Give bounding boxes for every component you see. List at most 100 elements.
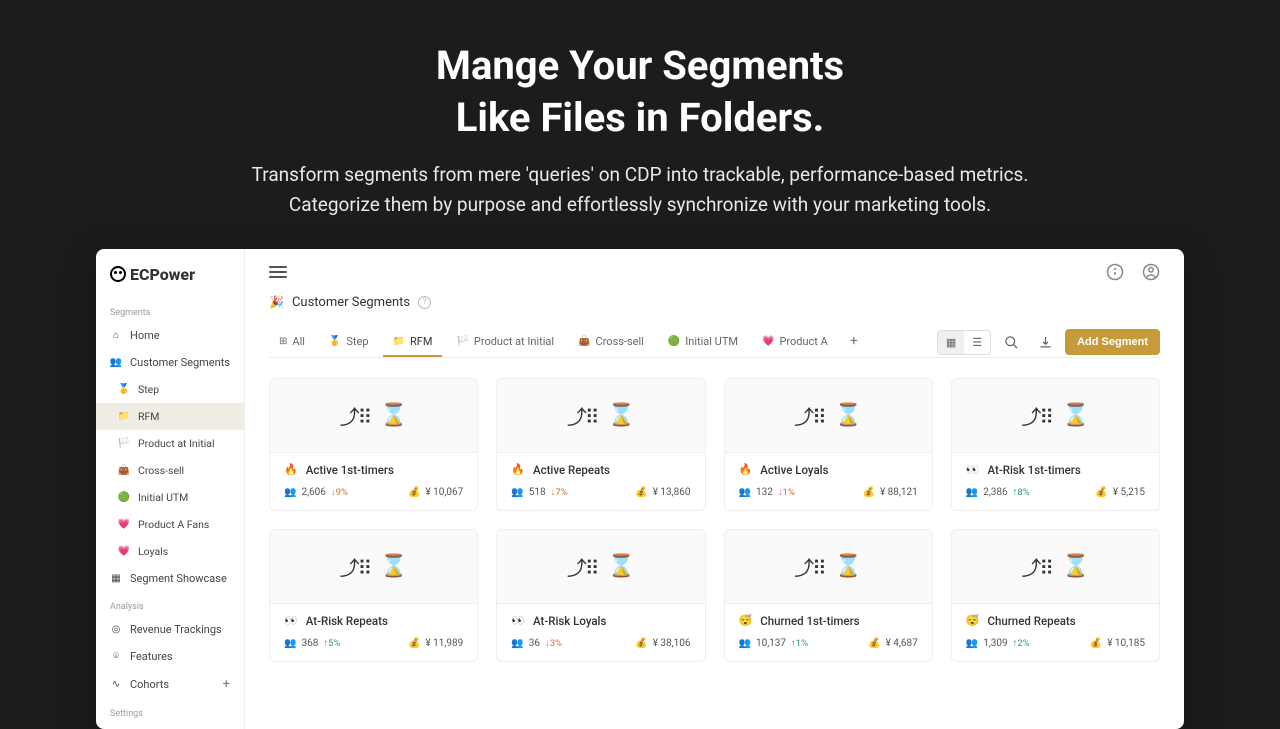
sidebar: ECPower Segments ⌂ Home 👥 Customer Segme… [96,249,245,729]
sidebar-item-revenue[interactable]: ◎ Revenue Trackings [96,616,244,643]
help-icon[interactable]: ? [418,296,431,309]
sidebar-item-step[interactable]: 🥇 Step [96,376,244,403]
delta-value: ↓9% [331,487,348,498]
card-illustration: ⤴⠿ ⌛ [952,379,1159,453]
sidebar-item-customer-segments[interactable]: 👥 Customer Segments [96,349,244,376]
showcase-icon: ▦ [110,572,122,584]
hourglass-icon: ⌛ [1062,403,1089,428]
user-avatar-icon[interactable] [1142,263,1160,281]
segment-card[interactable]: ⤴⠿⌛🔥Active Repeats👥518↓7%💰¥ 13,860 [496,378,705,511]
segment-card[interactable]: ⤴⠿⌛👀At-Risk Loyals👥36↓3%💰¥ 38,106 [496,529,705,662]
sidebar-item-label: Initial UTM [138,491,188,504]
hourglass-icon: ⌛ [835,554,862,579]
segment-card[interactable]: ⤴⠿⌛👀At-Risk Repeats👥368↑5%💰¥ 11,989 [269,529,478,662]
card-illustration: ⤴⠿⌛ [497,379,704,453]
people-icon: 👥 [739,487,751,498]
logo[interactable]: ECPower [96,261,244,298]
sidebar-item-initial-utm[interactable]: 🟢 Initial UTM [96,484,244,511]
tab-product-initial[interactable]: 🏳️Product at Initial [446,328,564,357]
revenue-value: ¥ 10,185 [1107,638,1145,649]
heart-icon: 💗 [118,545,130,557]
download-button[interactable] [1031,328,1059,356]
card-illustration: ⤴⠿ ⌛ [725,530,932,604]
app-window: ECPower Segments ⌂ Home 👥 Customer Segme… [96,249,1184,729]
sidebar-item-loyals[interactable]: 💗 Loyals [96,538,244,565]
chart-icon: ∿ [110,678,122,690]
sidebar-item-product-initial[interactable]: 🏳️ Product at Initial [96,430,244,457]
folder-icon: 📁 [118,410,130,422]
search-button[interactable] [997,328,1025,356]
sidebar-item-rfm[interactable]: 📁 RFM [96,403,244,430]
section-settings: Settings [96,699,244,723]
sidebar-item-home[interactable]: ⌂ Home [96,322,244,349]
revenue-icon: ◎ [110,623,122,635]
sidebar-item-product-a-fans[interactable]: 💗 Product A Fans [96,511,244,538]
sidebar-item-segment-showcase[interactable]: ▦ Segment Showcase [96,565,244,592]
sidebar-item-label: Cohorts [130,678,169,691]
card-stats: 👥518↓7%💰¥ 13,860 [497,479,704,510]
tab-all[interactable]: ⊞All [269,328,315,357]
member-count: 👥518↓7% [511,487,567,498]
sidebar-item-features[interactable]: ⌾ Features [96,643,244,670]
add-tab-button[interactable]: + [842,329,866,355]
toolbar: ▦ ☰ Add Segment [937,328,1160,356]
sidebar-item-label: Home [130,329,160,342]
plus-icon[interactable]: + [223,677,230,692]
hero: Mange Your Segments Like Files in Folder… [0,0,1280,221]
segment-card[interactable]: ⤴⠿⌛🔥Active Loyals👥132↓1%💰¥ 88,121 [724,378,933,511]
people-icon: 👥 [739,638,751,649]
money-icon: 💰 [862,487,874,498]
add-segment-button[interactable]: Add Segment [1065,329,1160,355]
segment-card[interactable]: ⤴⠿⌛🔥Active 1st-timers👥2,606↓9%💰¥ 10,067 [269,378,478,511]
section-analysis: Analysis [96,592,244,616]
hourglass-icon: ⌛ [1062,554,1089,579]
tab-label: All [292,335,305,348]
delta-value: ↓1% [778,487,795,498]
card-title: Churned Repeats [987,614,1075,628]
tabs: ⊞All 🥇Step 📁RFM 🏳️Product at Initial 👜Cr… [269,328,866,357]
menu-toggle-button[interactable] [269,266,287,278]
delta-value: ↑5% [323,638,340,649]
segment-card[interactable]: ⤴⠿⌛😴Churned Repeats👥1,309↑2%💰¥ 10,185 [951,529,1160,662]
money-icon: 💰 [635,638,647,649]
info-icon[interactable] [1106,263,1124,281]
dots-icon: ⤴⠿ [1021,401,1052,430]
hourglass-icon: ⌛ [835,403,862,428]
tab-cross-sell[interactable]: 👜Cross-sell [568,328,654,357]
sidebar-item-cross-sell[interactable]: 👜 Cross-sell [96,457,244,484]
people-icon: 👥 [966,487,978,498]
sidebar-item-label: Product A Fans [138,518,209,531]
folder-icon: 📁 [393,336,405,347]
dots-icon: ⤴⠿ [1021,552,1052,581]
hourglass-icon: ⌛ [608,554,635,579]
revenue-value: ¥ 11,989 [425,638,463,649]
view-toggle: ▦ ☰ [937,330,991,355]
tab-initial-utm[interactable]: 🟢Initial UTM [658,328,748,357]
people-icon: 👥 [284,638,296,649]
member-count: 👥36↓3% [511,638,562,649]
topbar [269,263,1160,281]
status-icon: 👀 [511,614,525,627]
tab-step[interactable]: 🥇Step [319,328,379,357]
tab-rfm[interactable]: 📁RFM [383,328,443,357]
dots-icon: ⤴⠿ [340,552,371,581]
segment-card[interactable]: ⤴⠿⌛👀At-Risk 1st-timers👥2,386↑8%💰¥ 5,215 [951,378,1160,511]
count-value: 132 [756,487,773,498]
list-view-button[interactable]: ☰ [964,331,990,354]
grid-view-button[interactable]: ▦ [938,331,964,354]
delta-value: ↓3% [545,638,562,649]
dots-icon: ⤴⠿ [794,552,825,581]
sidebar-item-cohorts[interactable]: ∿ Cohorts + [96,670,244,699]
section-segments: Segments [96,298,244,322]
sidebar-item-label: Step [138,383,159,396]
download-icon [1038,335,1053,350]
medal-icon: 🥇 [329,336,341,347]
logo-icon [110,266,126,282]
people-icon: 👥 [511,638,523,649]
segment-card[interactable]: ⤴⠿⌛😴Churned 1st-timers👥10,137↑1%💰¥ 4,687 [724,529,933,662]
member-count: 👥10,137↑1% [739,638,809,649]
tab-product-a[interactable]: 💗Product A [752,328,838,357]
hero-sub-line1: Transform segments from mere 'queries' o… [252,163,1029,186]
card-title-row: 🔥Active 1st-timers [270,453,477,479]
revenue-value: ¥ 88,121 [880,487,918,498]
